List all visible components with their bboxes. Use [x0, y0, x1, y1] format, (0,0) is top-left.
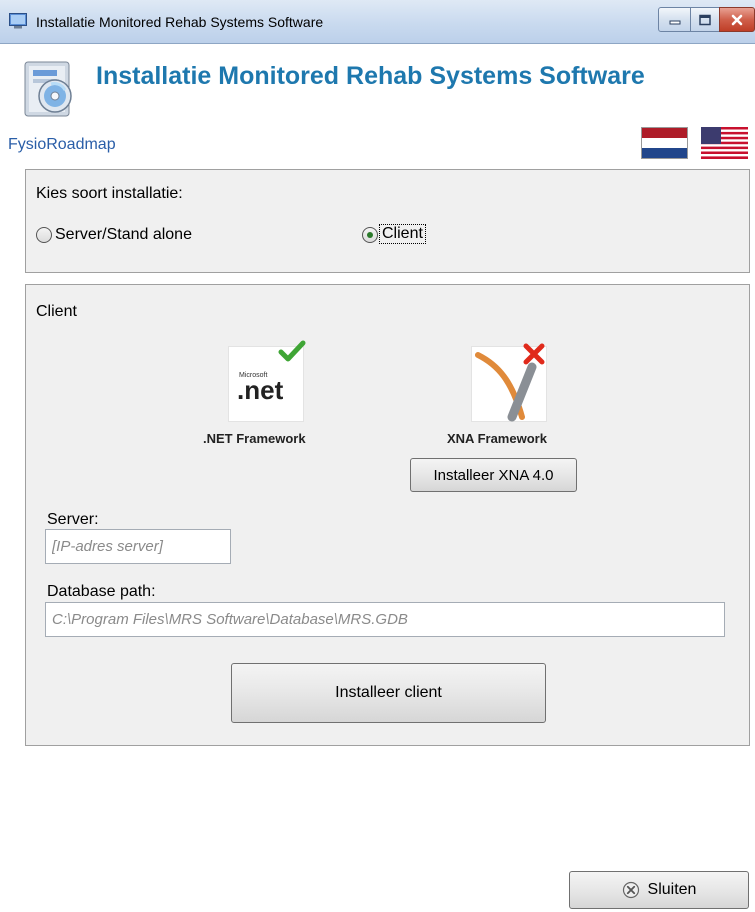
database-path-label: Database path: — [47, 583, 156, 600]
radio-client[interactable] — [362, 227, 378, 243]
close-icon — [731, 14, 743, 25]
install-client-button[interactable]: Installeer client — [231, 663, 546, 723]
product-name-link[interactable]: FysioRoadmap — [8, 136, 116, 154]
app-window-icon — [9, 13, 27, 29]
flag-nl-icon[interactable] — [641, 127, 688, 159]
radio-server-standalone[interactable] — [36, 227, 52, 243]
xna-label: XNA Framework — [447, 431, 547, 446]
install-type-group: Kies soort installatie: Server/Stand alo… — [25, 169, 750, 273]
close-button-label: Sluiten — [647, 881, 697, 898]
missing-cross-icon — [523, 343, 545, 365]
client-heading: Client — [36, 303, 77, 320]
flag-us-graphic — [701, 127, 748, 159]
close-window-button[interactable] — [719, 7, 755, 32]
database-path-input[interactable] — [45, 602, 725, 637]
close-circle-icon — [622, 881, 639, 899]
svg-text:.net: .net — [237, 375, 284, 405]
server-label: Server: — [47, 511, 99, 528]
dotnet-label: .NET Framework — [203, 431, 306, 446]
maximize-button[interactable] — [690, 7, 720, 32]
installer-icon — [24, 61, 72, 117]
flag-nl-graphic — [642, 128, 687, 158]
title-bar: Installatie Monitored Rehab Systems Soft… — [0, 0, 755, 44]
minimize-button[interactable] — [658, 7, 691, 32]
window-title: Installatie Monitored Rehab Systems Soft… — [36, 14, 324, 30]
maximize-icon — [699, 14, 711, 25]
server-ip-input[interactable] — [45, 529, 231, 564]
minimize-icon — [669, 20, 680, 24]
flag-us-icon[interactable] — [701, 127, 748, 159]
client-group: Client Microsoft .net .NET Framework XNA… — [25, 284, 750, 746]
page-title: Installatie Monitored Rehab Systems Soft… — [96, 62, 645, 90]
installed-check-icon — [278, 340, 306, 362]
install-xna-button[interactable]: Installeer XNA 4.0 — [410, 458, 577, 492]
close-button[interactable]: Sluiten — [569, 871, 749, 909]
radio-client-label[interactable]: Client — [379, 224, 426, 244]
install-type-heading: Kies soort installatie: — [36, 185, 183, 202]
radio-server-standalone-label[interactable]: Server/Stand alone — [55, 226, 192, 244]
